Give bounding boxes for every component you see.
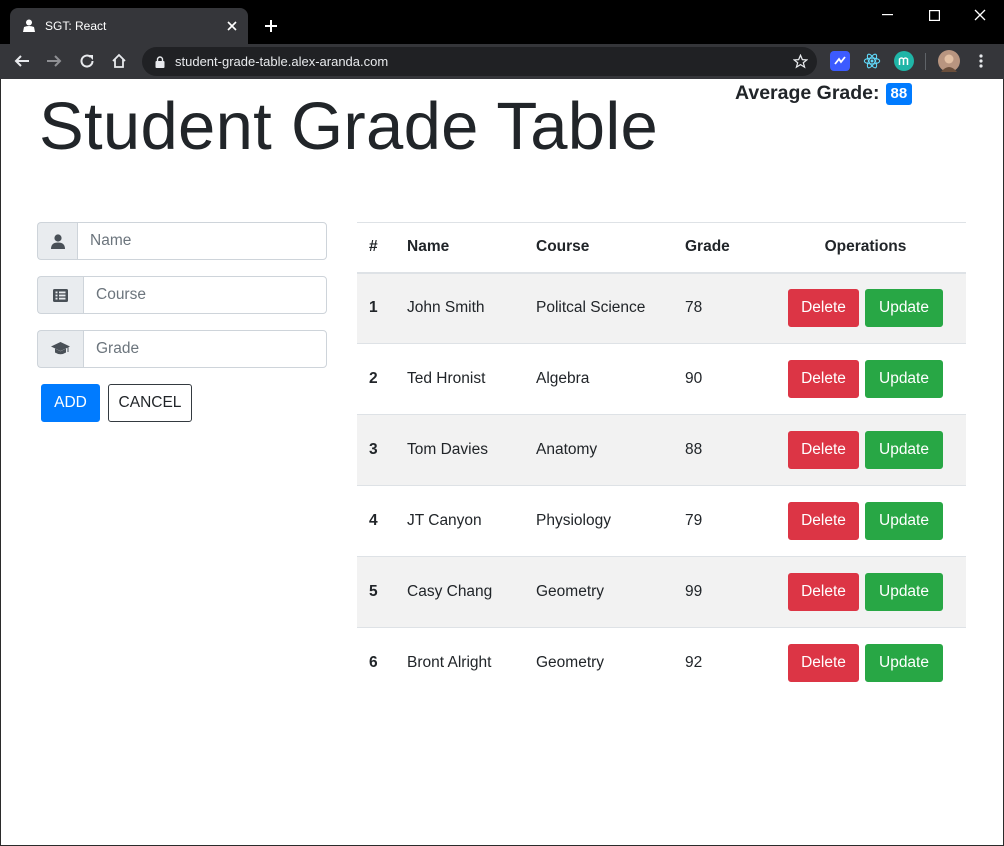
- delete-button[interactable]: Delete: [788, 289, 859, 328]
- toolbar-divider: [925, 53, 926, 70]
- update-button[interactable]: Update: [865, 644, 943, 683]
- tab-strip: SGT: React: [0, 0, 1004, 44]
- browser-tab[interactable]: SGT: React: [10, 8, 248, 44]
- bookmark-star-icon[interactable]: [786, 48, 814, 76]
- row-number: 6: [357, 627, 395, 699]
- address-bar[interactable]: student-grade-table.alex-aranda.com: [142, 47, 817, 76]
- maximize-icon[interactable]: [911, 0, 957, 30]
- row-number: 5: [357, 556, 395, 628]
- average-grade-badge: 88: [885, 82, 913, 105]
- lock-icon: [153, 55, 167, 68]
- back-arrow-icon[interactable]: [8, 47, 36, 75]
- name-input-group: [37, 222, 327, 260]
- browser-menu-icon[interactable]: [967, 47, 995, 75]
- home-icon[interactable]: [105, 47, 133, 75]
- row-operations: Delete Update: [765, 343, 966, 415]
- row-grade: 92: [673, 627, 765, 699]
- page-content: Student Grade Table Average Grade: 88 AD…: [1, 79, 1003, 845]
- grade-input-group: [37, 330, 327, 368]
- extension-icon[interactable]: [830, 51, 850, 71]
- header-course: Course: [524, 222, 673, 274]
- row-name: John Smith: [395, 272, 524, 344]
- table-row: 1 John Smith Politcal Science 78 Delete U…: [357, 272, 966, 344]
- reload-icon[interactable]: [73, 47, 101, 75]
- header-number: #: [357, 222, 395, 274]
- row-course: Geometry: [524, 556, 673, 628]
- delete-button[interactable]: Delete: [788, 573, 859, 611]
- grade-table: # Name Course Grade Operations 1 John Sm…: [357, 222, 966, 699]
- row-grade: 90: [673, 343, 765, 415]
- browser-toolbar: student-grade-table.alex-aranda.com: [0, 44, 1004, 79]
- graduation-cap-icon: [37, 330, 83, 368]
- row-grade: 88: [673, 414, 765, 486]
- row-name: Casy Chang: [395, 556, 524, 628]
- page-title: Student Grade Table: [39, 89, 659, 164]
- user-icon: [37, 222, 77, 260]
- table-row: 4 JT Canyon Physiology 79 Delete Update: [357, 485, 966, 557]
- row-course: Anatomy: [524, 414, 673, 486]
- row-number: 3: [357, 414, 395, 486]
- forward-arrow-icon[interactable]: [40, 47, 68, 75]
- row-grade: 99: [673, 556, 765, 628]
- row-grade: 78: [673, 272, 765, 344]
- table-header-row: # Name Course Grade Operations: [357, 222, 966, 274]
- update-button[interactable]: Update: [865, 502, 943, 540]
- list-alt-icon: [37, 276, 83, 314]
- add-button[interactable]: ADD: [41, 384, 100, 422]
- row-name: JT Canyon: [395, 485, 524, 557]
- new-tab-icon[interactable]: [258, 13, 284, 39]
- minimize-icon[interactable]: [864, 0, 910, 30]
- grade-input[interactable]: [83, 330, 327, 368]
- row-operations: Delete Update: [765, 556, 966, 628]
- update-button[interactable]: Update: [865, 573, 943, 611]
- row-name: Bront Alright: [395, 627, 524, 699]
- row-number: 1: [357, 272, 395, 344]
- m-extension-icon[interactable]: [894, 51, 914, 71]
- row-operations: Delete Update: [765, 272, 966, 344]
- course-input[interactable]: [83, 276, 327, 314]
- row-course: Physiology: [524, 485, 673, 557]
- average-grade: Average Grade: 88: [735, 82, 913, 105]
- course-input-group: [37, 276, 327, 314]
- delete-button[interactable]: Delete: [788, 360, 859, 398]
- row-number: 2: [357, 343, 395, 415]
- tab-title: SGT: React: [45, 19, 107, 33]
- profile-avatar-icon[interactable]: [938, 50, 960, 72]
- header-operations: Operations: [765, 222, 966, 274]
- delete-button[interactable]: Delete: [788, 502, 859, 540]
- delete-button[interactable]: Delete: [788, 431, 859, 469]
- add-grade-form: ADD CANCEL: [37, 222, 327, 422]
- row-course: Algebra: [524, 343, 673, 415]
- row-operations: Delete Update: [765, 485, 966, 557]
- average-grade-label: Average Grade:: [735, 82, 880, 104]
- table-row: 3 Tom Davies Anatomy 88 Delete Update: [357, 414, 966, 486]
- react-devtools-icon[interactable]: [862, 51, 882, 71]
- row-grade: 79: [673, 485, 765, 557]
- form-buttons: ADD CANCEL: [37, 384, 327, 422]
- row-operations: Delete Update: [765, 414, 966, 486]
- header-grade: Grade: [673, 222, 765, 274]
- row-name: Tom Davies: [395, 414, 524, 486]
- name-input[interactable]: [77, 222, 327, 260]
- update-button[interactable]: Update: [865, 289, 943, 328]
- row-course: Politcal Science: [524, 272, 673, 344]
- table-row: 2 Ted Hronist Algebra 90 Delete Update: [357, 343, 966, 415]
- url-text: student-grade-table.alex-aranda.com: [175, 54, 389, 69]
- window-close-icon[interactable]: [957, 0, 1003, 30]
- grade-table-container: # Name Course Grade Operations 1 John Sm…: [357, 222, 966, 699]
- row-course: Geometry: [524, 627, 673, 699]
- student-favicon-icon: [21, 18, 37, 34]
- delete-button[interactable]: Delete: [788, 644, 859, 683]
- row-operations: Delete Update: [765, 627, 966, 699]
- table-row: 6 Bront Alright Geometry 92 Delete Update: [357, 627, 966, 699]
- header-name: Name: [395, 222, 524, 274]
- table-row: 5 Casy Chang Geometry 99 Delete Update: [357, 556, 966, 628]
- close-tab-icon[interactable]: [218, 12, 246, 40]
- update-button[interactable]: Update: [865, 431, 943, 469]
- cancel-button[interactable]: CANCEL: [108, 384, 192, 422]
- update-button[interactable]: Update: [865, 360, 943, 398]
- row-number: 4: [357, 485, 395, 557]
- row-name: Ted Hronist: [395, 343, 524, 415]
- window-border-left: [0, 79, 1, 846]
